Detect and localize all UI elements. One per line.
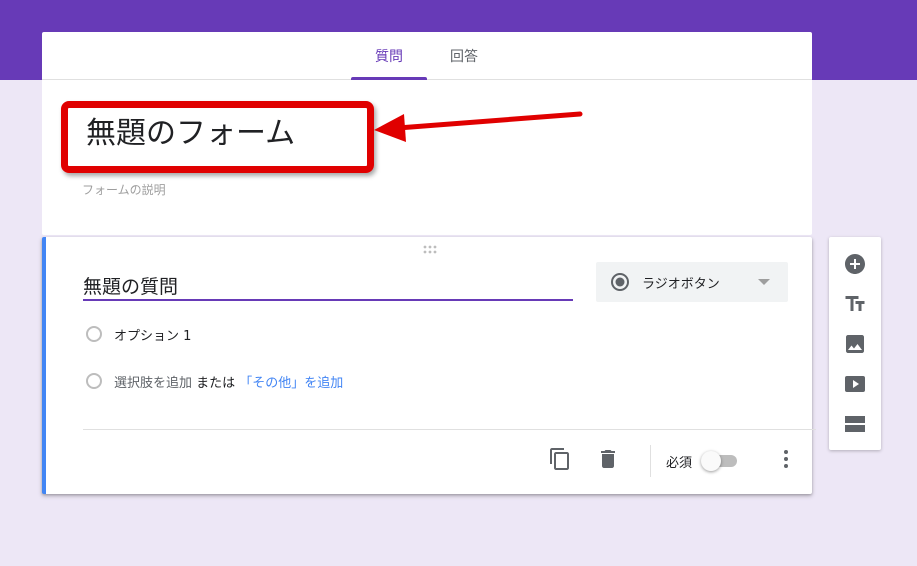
chevron-down-icon <box>758 279 770 285</box>
option-row[interactable]: オプション 1 <box>86 324 191 344</box>
option-label[interactable]: オプション 1 <box>114 325 191 344</box>
image-icon[interactable] <box>843 332 867 356</box>
tab-responses[interactable]: 回答 <box>434 32 494 80</box>
form-title-input[interactable]: 無題のフォーム <box>86 114 295 154</box>
toggle-thumb <box>701 451 721 471</box>
radio-empty-icon <box>86 326 102 342</box>
add-option-row: 選択肢を追加 または 「その他」を追加 <box>86 371 343 391</box>
radio-empty-icon <box>86 373 102 389</box>
side-toolbar <box>829 237 881 450</box>
section-icon[interactable] <box>843 412 867 436</box>
copy-icon[interactable] <box>548 447 572 471</box>
required-toggle[interactable] <box>701 451 741 471</box>
or-text: または <box>192 375 240 391</box>
tab-bar: 質問 回答 <box>42 32 812 80</box>
add-option-link[interactable]: 選択肢を追加 <box>114 376 192 391</box>
question-type-dropdown[interactable]: ラジオボタン <box>596 262 788 302</box>
drag-handle-icon[interactable] <box>422 245 438 255</box>
trash-icon[interactable] <box>596 447 620 471</box>
question-card[interactable]: ラジオボタン オプション 1 選択肢を追加 または 「その他」を追加 必須 <box>42 237 816 494</box>
footer-separator <box>650 445 651 477</box>
required-label: 必須 <box>666 456 693 471</box>
question-type-label: ラジオボタン <box>642 277 720 292</box>
radio-button-icon <box>611 273 629 291</box>
add-other-link[interactable]: 「その他」を追加 <box>239 376 343 391</box>
add-circle-icon[interactable] <box>843 252 867 276</box>
tab-questions[interactable]: 質問 <box>351 32 427 80</box>
active-tab-indicator <box>351 77 427 80</box>
form-header-card: 質問 回答 無題のフォーム フォームの説明 <box>42 32 812 235</box>
video-icon[interactable] <box>843 372 867 396</box>
form-description-input[interactable]: フォームの説明 <box>82 181 166 198</box>
more-vert-icon[interactable] <box>774 447 798 471</box>
question-title-input[interactable] <box>83 271 573 301</box>
text-fields-icon[interactable] <box>843 292 867 316</box>
add-option-text: 選択肢を追加 または 「その他」を追加 <box>114 372 343 391</box>
footer-divider <box>83 429 816 430</box>
